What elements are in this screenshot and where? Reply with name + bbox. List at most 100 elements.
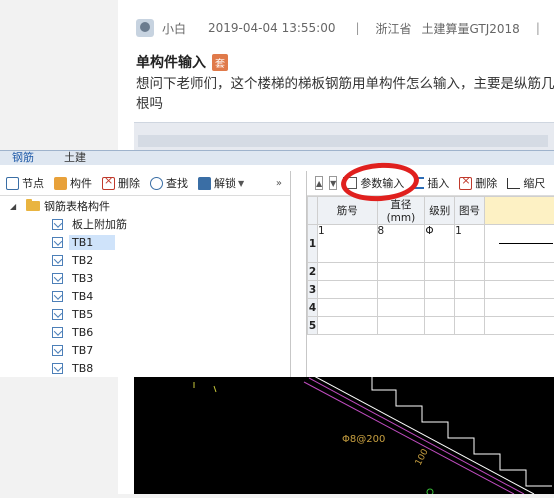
embedded-toolbar-strip <box>138 135 548 147</box>
cell-shape[interactable] <box>484 299 554 317</box>
cell-diameter[interactable] <box>377 299 425 317</box>
tree-item[interactable]: TB3 <box>0 269 290 287</box>
tree-item[interactable]: TB2 <box>0 251 290 269</box>
row-delete-button[interactable]: 删除 <box>459 175 497 191</box>
cell-diameter[interactable] <box>377 263 425 281</box>
username[interactable]: 小白 <box>162 20 186 37</box>
tree-item[interactable]: TB6 <box>0 323 290 341</box>
tree-item-label: TB6 <box>69 325 96 340</box>
cell-shape[interactable] <box>484 281 554 299</box>
meta-separator: | <box>355 21 359 35</box>
cell-figure[interactable]: 1 <box>455 225 485 263</box>
cell-figure[interactable] <box>455 263 485 281</box>
cell-grade[interactable] <box>425 299 455 317</box>
table-row[interactable]: 4 <box>308 299 554 317</box>
meta-separator: | <box>536 21 540 35</box>
insert-label: 插入 <box>427 175 449 191</box>
row-number[interactable]: 1 <box>308 225 318 263</box>
component-item-icon <box>52 345 63 356</box>
tree-item-selected[interactable]: TB1 <box>0 233 290 251</box>
column-header-shape[interactable] <box>484 197 554 225</box>
more-button[interactable]: » <box>276 178 282 189</box>
row-number-header <box>308 197 318 225</box>
cell-diameter[interactable] <box>377 281 425 299</box>
tree-item-label: TB1 <box>69 235 115 250</box>
cad-dim-label: 100 <box>414 447 431 467</box>
tab-civil[interactable]: 土建 <box>64 149 86 165</box>
row-number[interactable]: 4 <box>308 299 318 317</box>
cell-figure[interactable] <box>455 299 485 317</box>
column-header-diameter[interactable]: 直径(mm) <box>377 197 425 225</box>
rebar-table-panel: ▲ ▼ 参数输入 插入 删除 缩尺 筋号 直径(mm) 级别 图号 1 1 8 … <box>306 171 554 377</box>
component-item-icon <box>52 255 63 266</box>
cell-diameter[interactable]: 8 <box>377 225 425 263</box>
post-province: 浙江省 <box>376 20 412 37</box>
table-row[interactable]: 5 <box>308 317 554 335</box>
tree-root[interactable]: ◢ 钢筋表格构件 <box>0 197 290 215</box>
tab-rebar[interactable]: 钢筋 <box>12 149 34 165</box>
row-number[interactable]: 2 <box>308 263 318 281</box>
node-button[interactable]: 节点 <box>6 175 44 191</box>
expand-triangle-icon[interactable]: ◢ <box>10 202 20 211</box>
tree-item-label: TB2 <box>69 253 96 268</box>
tree-item[interactable]: 板上附加筋 <box>0 215 290 233</box>
cell-figure[interactable] <box>455 281 485 299</box>
table-row[interactable]: 2 <box>308 263 554 281</box>
cad-marker <box>427 489 433 494</box>
component-item-icon <box>52 219 63 230</box>
cad-drawing-view: Φ8@200 100 <box>134 376 554 494</box>
tree-item[interactable]: TB8 <box>0 359 290 377</box>
row-number[interactable]: 5 <box>308 317 318 335</box>
cell-bar-no[interactable]: 1 <box>317 225 377 263</box>
post-software: 土建算量GTJ2018 <box>422 20 520 37</box>
table-row[interactable]: 1 1 8 Φ 1 <box>308 225 554 263</box>
move-up-icon[interactable]: ▲ <box>315 176 323 190</box>
cell-grade[interactable]: Φ <box>425 225 455 263</box>
component-item-icon <box>52 309 63 320</box>
tree-item[interactable]: TB4 <box>0 287 290 305</box>
folder-icon <box>26 201 40 211</box>
move-down-icon[interactable]: ▼ <box>329 176 337 190</box>
delete-label: 删除 <box>118 175 140 191</box>
cell-bar-no[interactable] <box>317 263 377 281</box>
cell-grade[interactable] <box>425 263 455 281</box>
tree-root-label: 钢筋表格构件 <box>44 198 110 214</box>
cell-figure[interactable] <box>455 317 485 335</box>
cell-shape[interactable] <box>484 225 554 263</box>
cell-shape[interactable] <box>484 263 554 281</box>
delete-icon <box>102 177 115 190</box>
row-number[interactable]: 3 <box>308 281 318 299</box>
delete-button[interactable]: 删除 <box>102 175 140 191</box>
param-input-button[interactable]: 参数输入 <box>343 175 404 191</box>
unlock-button[interactable]: 解锁▼ <box>198 175 244 191</box>
app-tab-bar: 钢筋 土建 <box>0 151 554 165</box>
table-toolbar: ▲ ▼ 参数输入 插入 删除 缩尺 <box>307 171 554 196</box>
column-header-bar-no[interactable]: 筋号 <box>317 197 377 225</box>
column-header-figure[interactable]: 图号 <box>455 197 485 225</box>
scale-button[interactable]: 缩尺 <box>507 175 545 191</box>
insert-button[interactable]: 插入 <box>414 175 449 191</box>
table-header-row: 筋号 直径(mm) 级别 图号 <box>308 197 554 225</box>
user-avatar[interactable] <box>136 19 154 37</box>
cell-grade[interactable] <box>425 281 455 299</box>
cad-bar-label: Φ8@200 <box>342 434 385 445</box>
cell-diameter[interactable] <box>377 317 425 335</box>
tree-item[interactable]: TB5 <box>0 305 290 323</box>
tree-item-label: TB5 <box>69 307 96 322</box>
search-button[interactable]: 查找 <box>150 175 188 191</box>
tree-toolbar: 节点 构件 删除 查找 解锁▼ » <box>0 171 290 196</box>
post-title-text: 单构件输入 <box>136 52 206 72</box>
tree-item[interactable]: TB7 <box>0 341 290 359</box>
cell-bar-no[interactable] <box>317 299 377 317</box>
tree-item-label: TB7 <box>69 343 96 358</box>
component-item-icon <box>52 273 63 284</box>
cell-shape[interactable] <box>484 317 554 335</box>
cell-bar-no[interactable] <box>317 317 377 335</box>
component-button[interactable]: 构件 <box>54 175 92 191</box>
column-header-grade[interactable]: 级别 <box>425 197 455 225</box>
cell-grade[interactable] <box>425 317 455 335</box>
param-input-icon <box>343 177 357 189</box>
post-title: 单构件输入 套 <box>136 52 228 72</box>
table-row[interactable]: 3 <box>308 281 554 299</box>
cell-bar-no[interactable] <box>317 281 377 299</box>
